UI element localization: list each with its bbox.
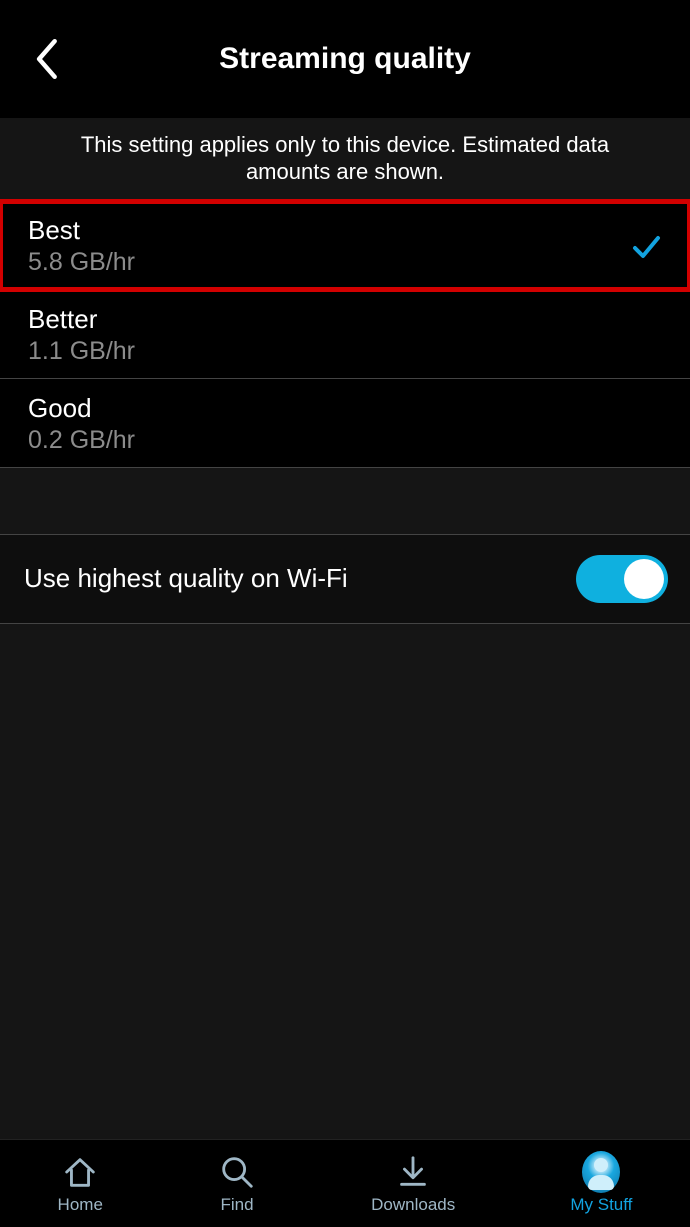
page-title: Streaming quality: [219, 42, 471, 76]
wifi-quality-toggle[interactable]: [576, 555, 668, 603]
wifi-quality-label: Use highest quality on Wi-Fi: [24, 563, 348, 594]
quality-options: Best5.8 GB/hr Better1.1 GB/hr Good0.2 GB/h…: [0, 201, 690, 467]
option-subtitle: 1.1 GB/hr: [28, 337, 135, 366]
nav-label: My Stuff: [570, 1195, 632, 1215]
wifi-quality-row[interactable]: Use highest quality on Wi-Fi: [0, 535, 690, 624]
toggle-knob: [624, 559, 664, 599]
option-label: Good: [28, 393, 135, 424]
content: This setting applies only to this device…: [0, 118, 690, 1227]
bottom-nav: Home Find Downloads My Stuff: [0, 1139, 690, 1227]
quality-option-better[interactable]: Better1.1 GB/hr: [0, 290, 690, 379]
header: Streaming quality: [0, 0, 690, 118]
option-text: Good0.2 GB/hr: [28, 393, 135, 455]
option-label: Best: [28, 215, 135, 246]
checkmark-icon: [630, 230, 662, 262]
quality-option-best[interactable]: Best5.8 GB/hr: [0, 201, 690, 290]
option-text: Best5.8 GB/hr: [28, 215, 135, 277]
nav-label: Home: [58, 1195, 103, 1215]
subtitle-text: This setting applies only to this device…: [0, 118, 690, 200]
section-gap: [0, 467, 690, 535]
find-icon: [218, 1153, 256, 1191]
nav-home[interactable]: Home: [58, 1153, 103, 1215]
option-label: Better: [28, 304, 135, 335]
nav-downloads[interactable]: Downloads: [371, 1153, 455, 1215]
nav-mystuff[interactable]: My Stuff: [570, 1153, 632, 1215]
option-text: Better1.1 GB/hr: [28, 304, 135, 366]
downloads-icon: [394, 1153, 432, 1191]
mystuff-icon: [582, 1153, 620, 1191]
back-button[interactable]: [26, 37, 70, 81]
empty-space: [0, 624, 690, 1227]
chevron-left-icon: [34, 39, 62, 79]
option-subtitle: 5.8 GB/hr: [28, 248, 135, 277]
option-subtitle: 0.2 GB/hr: [28, 426, 135, 455]
quality-option-good[interactable]: Good0.2 GB/hr: [0, 379, 690, 467]
home-icon: [61, 1153, 99, 1191]
nav-label: Find: [220, 1195, 253, 1215]
nav-find[interactable]: Find: [218, 1153, 256, 1215]
nav-label: Downloads: [371, 1195, 455, 1215]
